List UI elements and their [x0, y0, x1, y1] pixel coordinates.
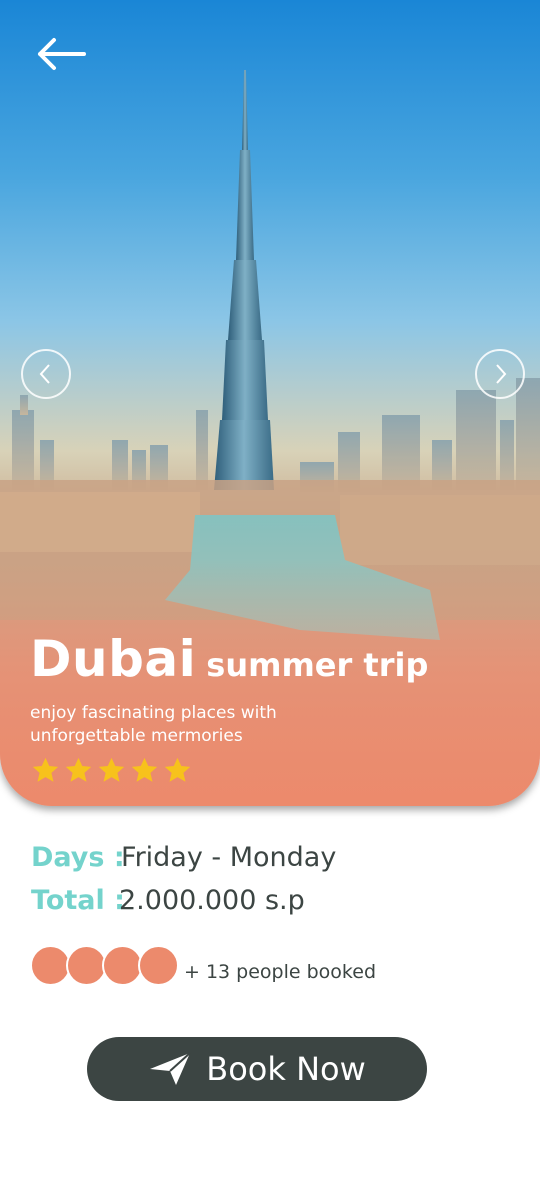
rating-stars	[31, 756, 192, 785]
star-icon	[32, 757, 59, 782]
trip-type: summer trip	[206, 646, 429, 684]
booked-avatars	[30, 945, 180, 986]
days-label: Days :	[31, 842, 125, 873]
book-now-button[interactable]: Book Now	[87, 1037, 427, 1101]
previous-image-button[interactable]	[21, 349, 71, 399]
days-value: Friday - Monday	[121, 842, 337, 873]
avatar	[138, 945, 179, 986]
total-value: 2.000.000 s.p	[119, 885, 305, 916]
chevron-right-icon	[496, 364, 507, 384]
avatar	[30, 945, 71, 986]
hero-image-card: Dubai summer trip enjoy fascinating place…	[0, 0, 540, 806]
star-icon	[65, 757, 92, 782]
book-now-label: Book Now	[206, 1050, 366, 1088]
send-icon	[150, 1052, 191, 1085]
next-image-button[interactable]	[475, 349, 525, 399]
destination-name: Dubai	[30, 630, 197, 688]
total-label: Total :	[31, 885, 125, 916]
trip-title: Dubai summer trip	[30, 630, 428, 688]
star-icon	[164, 757, 191, 782]
star-icon	[98, 757, 125, 782]
avatar	[102, 945, 143, 986]
back-button[interactable]	[34, 36, 88, 72]
days-row: Days :Friday - Monday	[31, 842, 336, 873]
avatar	[66, 945, 107, 986]
chevron-left-icon	[39, 364, 50, 384]
star-icon	[131, 757, 158, 782]
back-arrow-icon	[38, 38, 86, 70]
total-row: Total :2.000.000 s.p	[31, 885, 305, 916]
trip-tagline: enjoy fascinating places with unforgetta…	[30, 703, 277, 746]
booked-count-text: + 13 people booked	[184, 961, 377, 983]
